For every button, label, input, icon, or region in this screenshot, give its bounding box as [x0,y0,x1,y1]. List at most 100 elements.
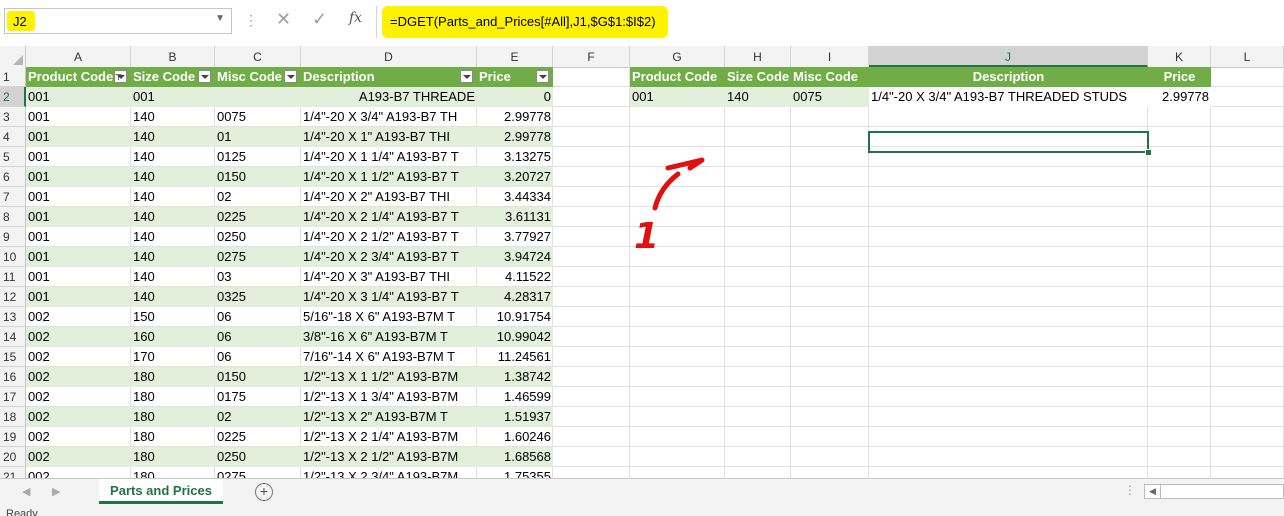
more-options-icon[interactable]: ⋮ [1124,483,1136,497]
table-cell[interactable]: 001 [26,127,131,147]
filter-dropdown-icon[interactable] [114,68,127,87]
table-cell[interactable]: 140 [131,267,215,287]
table-cell[interactable]: 180 [131,367,215,387]
table-cell[interactable]: 4.28317 [477,287,553,307]
row-header[interactable]: 3 [0,107,26,127]
filter-dropdown-icon[interactable] [536,70,549,83]
table-cell[interactable]: 002 [26,327,131,347]
row-header[interactable]: 19 [0,427,26,447]
filter-dropdown-icon[interactable] [198,70,211,83]
row-header[interactable]: 13 [0,307,26,327]
table-cell[interactable]: 3.20727 [477,167,553,187]
table-cell[interactable]: 0325 [215,287,301,307]
table-cell[interactable]: 180 [131,407,215,427]
criteria-header-cell[interactable]: Size Code [725,67,791,87]
row-header[interactable]: 9 [0,227,26,247]
table-cell[interactable]: A193-B7 THREADE [301,87,477,107]
table-cell[interactable]: 140 [131,167,215,187]
row-header[interactable]: 12 [0,287,26,307]
table-cell[interactable]: 140 [131,247,215,267]
row-header[interactable]: 17 [0,387,26,407]
table-cell[interactable]: 2.99778 [477,127,553,147]
table-cell[interactable]: 2.99778 [477,107,553,127]
table-cell[interactable]: 1/4"-20 X 3" A193-B7 THI [301,267,477,287]
table-cell[interactable]: 03 [215,267,301,287]
table-cell[interactable]: 1/4"-20 X 1 1/4" A193-B7 T [301,147,477,167]
table-cell[interactable]: 150 [131,307,215,327]
table-header-cell[interactable]: Misc Code [215,67,301,87]
row-header[interactable]: 15 [0,347,26,367]
table-cell[interactable]: 1/4"-20 X 2" A193-B7 THI [301,187,477,207]
table-cell[interactable]: 002 [26,427,131,447]
table-cell[interactable]: 160 [131,327,215,347]
table-cell[interactable]: 1/4"-20 X 2 1/2" A193-B7 T [301,227,477,247]
row-header[interactable]: 4 [0,127,26,147]
row-header[interactable]: 18 [0,407,26,427]
table-cell[interactable]: 10.99042 [477,327,553,347]
row-header[interactable]: 20 [0,447,26,467]
table-cell[interactable]: 06 [215,307,301,327]
table-cell[interactable]: 7/16"-14 X 6" A193-B7M T [301,347,477,367]
table-cell[interactable]: 180 [131,447,215,467]
table-cell[interactable]: 001 [26,227,131,247]
scroll-left-icon[interactable]: ◀ [1145,485,1161,498]
filter-dropdown-icon[interactable] [460,70,473,83]
table-cell[interactable]: 0225 [215,427,301,447]
table-cell[interactable]: 002 [26,387,131,407]
select-all-button[interactable] [0,46,26,67]
table-cell[interactable]: 1.60246 [477,427,553,447]
table-cell[interactable]: 001 [26,207,131,227]
column-header[interactable]: E [477,46,553,67]
row-header[interactable]: 2 [0,87,26,107]
column-header[interactable]: C [215,46,301,67]
table-cell[interactable]: 001 [26,87,131,107]
table-cell[interactable]: 0125 [215,147,301,167]
table-cell[interactable]: 3/8"-16 X 6" A193-B7M T [301,327,477,347]
table-header-cell[interactable]: Description [301,67,477,87]
column-header[interactable]: A [26,46,131,67]
row-header[interactable]: 21 [0,467,26,478]
criteria-cell[interactable]: 140 [725,87,791,107]
cancel-icon[interactable]: ✕ [276,9,291,30]
table-cell[interactable]: 0150 [215,367,301,387]
table-cell[interactable]: 140 [131,127,215,147]
table-cell[interactable]: 002 [26,307,131,327]
column-header[interactable]: K [1148,46,1211,67]
table-cell[interactable]: 180 [131,427,215,447]
table-cell[interactable]: 11.24561 [477,347,553,367]
row-header[interactable]: 10 [0,247,26,267]
table-cell[interactable]: 1/4"-20 X 1" A193-B7 THI [301,127,477,147]
table-cell[interactable]: 140 [131,147,215,167]
criteria-header-cell[interactable]: Product Code [630,67,725,87]
table-cell[interactable]: 0175 [215,387,301,407]
table-header-cell[interactable]: Size Code [131,67,215,87]
sheet-tab-parts-and-prices[interactable]: Parts and Prices [99,479,223,504]
table-cell[interactable]: 002 [26,367,131,387]
table-header-cell[interactable]: Product Code [26,67,131,87]
table-cell[interactable]: 0275 [215,247,301,267]
table-cell[interactable]: 140 [131,187,215,207]
table-cell[interactable]: 06 [215,327,301,347]
row-header[interactable]: 8 [0,207,26,227]
table-cell[interactable]: 002 [26,447,131,467]
criteria-header-cell[interactable]: Description [869,67,1148,87]
table-cell[interactable]: 06 [215,347,301,367]
table-cell[interactable]: 001 [26,187,131,207]
table-cell[interactable]: 1/2"-13 X 2 1/2" A193-B7M [301,447,477,467]
criteria-header-cell[interactable]: Price [1148,67,1211,87]
table-cell[interactable]: 02 [215,407,301,427]
table-cell[interactable]: 0250 [215,447,301,467]
table-cell[interactable]: 1/2"-13 X 1 3/4" A193-B7M [301,387,477,407]
table-cell[interactable]: 10.91754 [477,307,553,327]
table-cell[interactable]: 001 [26,267,131,287]
table-cell[interactable]: 0 [477,87,553,107]
row-header[interactable]: 6 [0,167,26,187]
table-cell[interactable]: 140 [131,107,215,127]
table-cell[interactable]: 180 [131,467,215,478]
column-header[interactable]: I [791,46,869,67]
table-cell[interactable]: 3.94724 [477,247,553,267]
scroll-tabs-right-icon[interactable]: ▶ [52,485,60,498]
table-cell[interactable]: 02 [215,187,301,207]
row-header[interactable]: 7 [0,187,26,207]
table-cell[interactable]: 4.11522 [477,267,553,287]
